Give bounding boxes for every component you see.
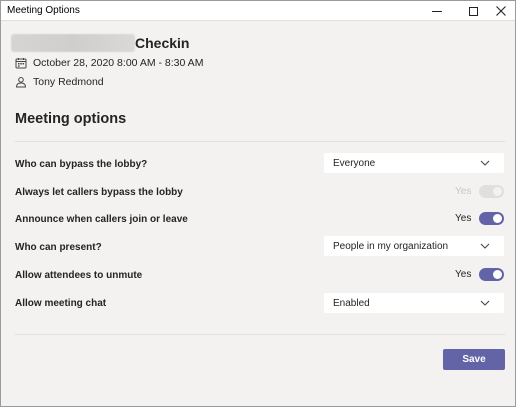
bypass-lobby-value: Everyone — [333, 157, 376, 169]
announce-callers-label: Announce when callers join or leave — [15, 214, 188, 225]
close-icon — [496, 6, 506, 16]
meeting-options-window: Meeting Options Checkin October 28, 2020… — [0, 0, 516, 407]
minimize-button[interactable] — [421, 1, 453, 21]
announce-callers-control: Yes — [455, 212, 505, 225]
callers-bypass-control: Yes — [455, 185, 505, 198]
meeting-chat-label: Allow meeting chat — [15, 298, 107, 309]
title-bar: Meeting Options — [1, 1, 515, 21]
meeting-title: Checkin — [135, 35, 190, 51]
meeting-datetime-row: October 28, 2020 8:00 AM - 8:30 AM — [15, 57, 203, 69]
meeting-datetime: October 28, 2020 8:00 AM - 8:30 AM — [33, 57, 204, 69]
meeting-organizer-row: Tony Redmond — [15, 76, 104, 88]
announce-callers-toggle[interactable] — [479, 212, 505, 225]
calendar-icon — [15, 58, 27, 69]
attendees-unmute-toggle[interactable] — [479, 268, 505, 281]
section-title: Meeting options — [15, 111, 127, 127]
maximize-icon — [468, 6, 478, 16]
close-button[interactable] — [485, 1, 516, 21]
meeting-chat-value: Enabled — [333, 297, 370, 309]
chevron-down-icon — [480, 160, 490, 166]
person-icon — [15, 77, 27, 88]
divider — [15, 141, 505, 142]
chevron-down-icon — [480, 300, 490, 306]
announce-callers-state: Yes — [455, 213, 472, 224]
bypass-lobby-label: Who can bypass the lobby? — [15, 159, 148, 170]
toggle-knob — [493, 214, 503, 223]
meeting-chat-dropdown[interactable]: Enabled — [324, 293, 504, 313]
window-title: Meeting Options — [7, 5, 80, 16]
divider — [15, 334, 505, 335]
attendees-unmute-label: Allow attendees to unmute — [15, 270, 143, 281]
redacted-title-blur — [11, 34, 135, 52]
who-can-present-value: People in my organization — [333, 240, 449, 252]
minimize-icon — [432, 10, 442, 12]
toggle-knob — [493, 187, 503, 196]
toggle-knob — [493, 270, 503, 279]
who-can-present-label: Who can present? — [15, 242, 102, 253]
attendees-unmute-state: Yes — [455, 269, 472, 280]
bypass-lobby-dropdown[interactable]: Everyone — [324, 153, 504, 173]
chevron-down-icon — [480, 243, 490, 249]
callers-bypass-state: Yes — [455, 186, 472, 197]
callers-bypass-label: Always let callers bypass the lobby — [15, 187, 183, 198]
meeting-organizer: Tony Redmond — [33, 76, 104, 88]
attendees-unmute-control: Yes — [455, 268, 505, 281]
who-can-present-dropdown[interactable]: People in my organization — [324, 236, 504, 256]
save-button[interactable]: Save — [443, 349, 505, 370]
callers-bypass-toggle — [479, 185, 505, 198]
